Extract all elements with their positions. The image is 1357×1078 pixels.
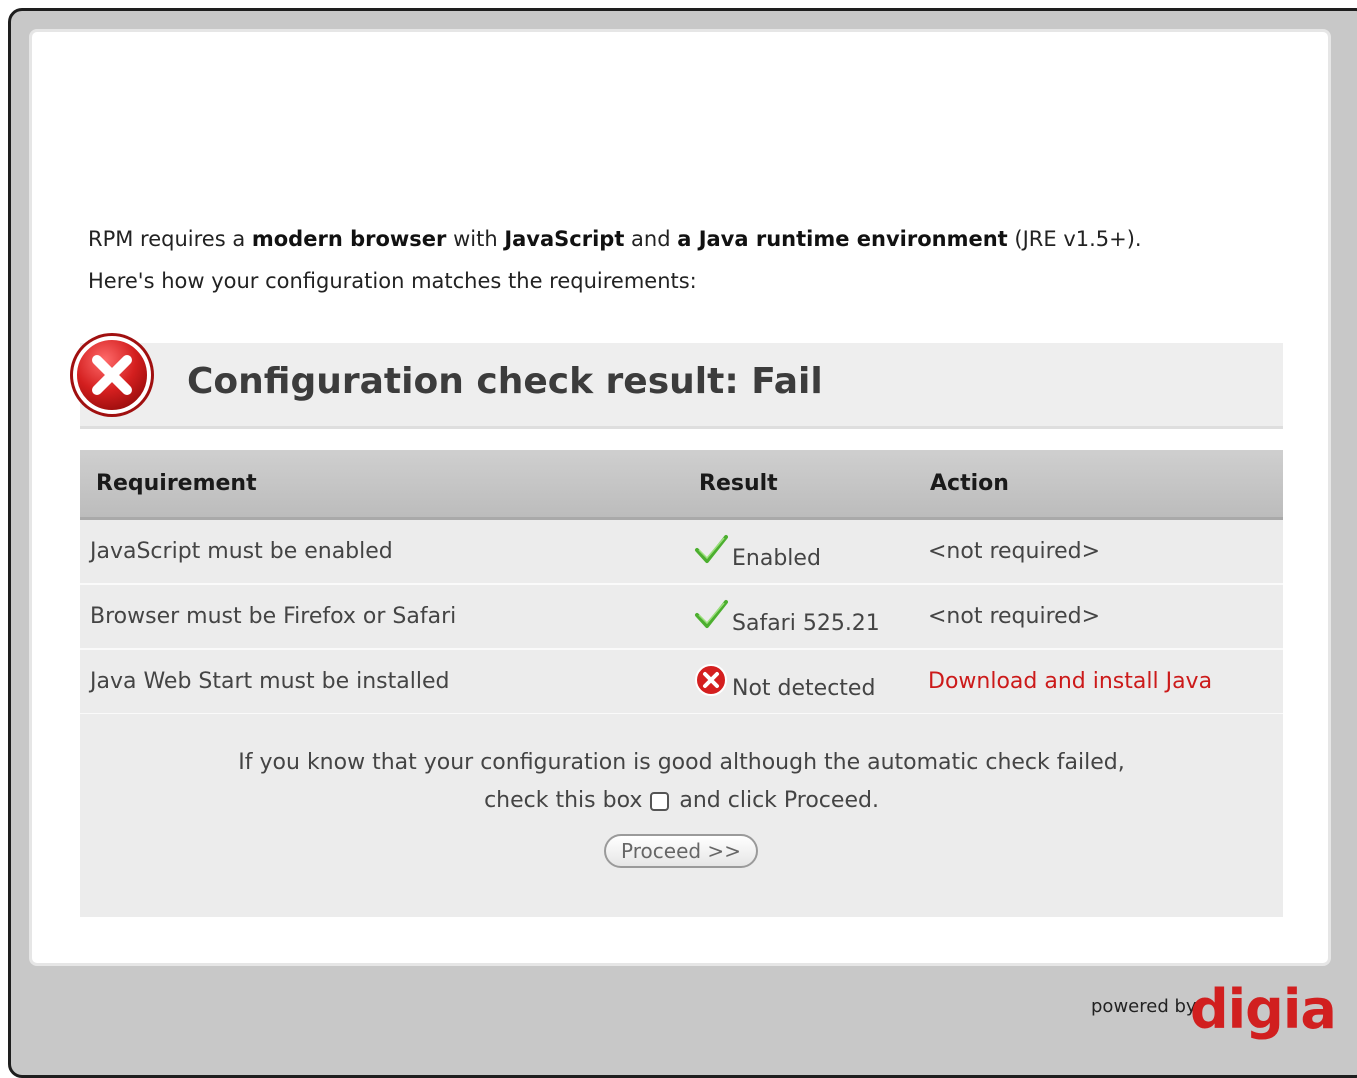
override-instruction: check this box and click Proceed. — [484, 788, 879, 813]
proceed-button[interactable]: Proceed >> — [604, 834, 758, 868]
result-cell: Safari 525.21 — [682, 584, 922, 650]
requirement-cell: Browser must be Firefox or Safari — [80, 584, 682, 650]
download-java-link[interactable]: Download and install Java — [928, 669, 1212, 694]
requirements-table: Requirement Result Action JavaScript mus… — [80, 450, 1283, 715]
header-action: Action — [922, 450, 1283, 520]
table-row: Java Web Start must be installed Not det… — [80, 649, 1283, 715]
result-title: Configuration check result: Fail — [187, 361, 823, 402]
override-note: If you know that your configuration is g… — [238, 750, 1125, 775]
requirement-cell: Java Web Start must be installed — [80, 649, 682, 715]
table-header-row: Requirement Result Action — [80, 450, 1283, 520]
fail-x-icon — [695, 663, 727, 696]
powered-by-label: powered by — [1091, 996, 1197, 1017]
table-row: JavaScript must be enabled Enabled <not … — [80, 518, 1283, 585]
result-text: Enabled — [732, 545, 821, 571]
override-checkbox[interactable] — [650, 792, 670, 811]
action-cell: Download and install Java — [922, 649, 1283, 715]
table-row: Browser must be Firefox or Safari Safari… — [80, 584, 1283, 650]
intro-text: RPM requires a modern browser with JavaS… — [88, 218, 1142, 302]
result-text: Not detected — [732, 675, 876, 701]
result-cell: Not detected — [682, 649, 922, 715]
intro-line-2: Here's how your configuration matches th… — [88, 269, 697, 293]
action-cell: <not required> — [922, 584, 1283, 650]
check-icon — [695, 534, 728, 563]
result-text: Safari 525.21 — [732, 610, 880, 636]
intro-line-1: RPM requires a modern browser with JavaS… — [88, 227, 1142, 251]
action-cell: <not required> — [922, 518, 1283, 585]
fail-x-icon — [70, 333, 154, 417]
requirement-cell: JavaScript must be enabled — [80, 518, 682, 585]
header-requirement: Requirement — [80, 450, 682, 520]
digia-logo: digia — [1190, 978, 1337, 1041]
result-cell: Enabled — [682, 518, 922, 585]
check-icon — [695, 599, 728, 628]
override-box: If you know that your configuration is g… — [80, 714, 1283, 917]
header-result: Result — [682, 450, 922, 520]
